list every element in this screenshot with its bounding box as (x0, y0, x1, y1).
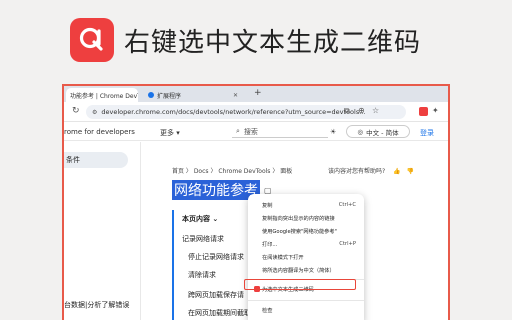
qr-extension-icon[interactable] (419, 107, 428, 116)
login-link[interactable]: 登录 (420, 128, 434, 138)
menu-item-label: 打印... (262, 241, 278, 248)
menu-item-print[interactable]: 打印... Ctrl+P (248, 239, 364, 249)
menu-item-label: 使用Google搜索"网络功能参考" (262, 228, 337, 235)
language-selector[interactable]: ◎ 中文 - 简体 (346, 125, 410, 138)
sidebar-item-selected[interactable]: 条件 (64, 152, 128, 168)
sidebar-divider (140, 142, 141, 320)
menu-separator (248, 300, 364, 301)
qr-logo-icon (70, 18, 114, 62)
left-sidebar: 条件 台数据|分析了解错误 (64, 142, 140, 320)
toc-title-label: 本页内容 (182, 215, 210, 223)
helpful-label: 该内容对您有帮助吗? (328, 168, 386, 175)
helpful-feedback: 该内容对您有帮助吗? 👍 👎 (328, 166, 414, 175)
close-tab-icon[interactable]: ✕ (233, 92, 238, 99)
menu-item-label: 复制 (262, 202, 273, 209)
thumbs-up-icon[interactable]: 👍 (393, 168, 400, 175)
page-title: 网络功能参考 (172, 180, 260, 200)
menu-item-copy[interactable]: 复制 Ctrl+C (248, 200, 364, 210)
language-label: 中文 - 简体 (366, 128, 399, 137)
site-brand[interactable]: rome for developers (64, 128, 135, 136)
tab-devtools-reference[interactable]: 功能参考 | Chrome DevTools ✕ (66, 88, 138, 102)
tab-label: 功能参考 | Chrome DevTools (70, 92, 138, 100)
tab-label: 扩展程序 (157, 92, 182, 100)
more-label: 更多 (160, 129, 174, 137)
extensions-puzzle-icon[interactable]: ✦ (432, 106, 439, 115)
toc-indicator (172, 210, 174, 320)
tab-extensions[interactable]: 扩展程序 ✕ (144, 88, 244, 102)
menu-item-shortcut: Ctrl+P (339, 241, 356, 247)
browser-toolbar: ↻ ⚙ developer.chrome.com/docs/devtools/n… (64, 102, 448, 122)
menu-item-translate[interactable]: 将所选内容翻译为中文（简体） (248, 265, 364, 275)
reload-icon[interactable]: ↻ (72, 106, 80, 116)
tab-bar: 功能参考 | Chrome DevTools ✕ 扩展程序 ✕ + (64, 86, 448, 102)
breadcrumb[interactable]: 首页 〉 Docs 〉 Chrome DevTools 〉 面板 (172, 166, 292, 175)
promo-title: 右键选中文本生成二维码 (124, 28, 422, 58)
toc-title[interactable]: 本页内容 ⌄ (182, 214, 218, 224)
context-menu: 复制 Ctrl+C 复制指向突出显示的内容的链接 使用Google搜索"网络功能… (248, 194, 364, 320)
menu-item-google-search[interactable]: 使用Google搜索"网络功能参考" (248, 226, 364, 236)
qr-logo-glyph (79, 27, 103, 51)
toc-item[interactable]: 跨网页加载保存请 (188, 290, 244, 300)
menu-item-copy-link[interactable]: 复制指向突出显示的内容的链接 (248, 213, 364, 223)
page-title-text: 网络功能参考 (174, 183, 258, 199)
puzzle-icon (148, 92, 154, 98)
sidebar-item-bottom[interactable]: 台数据|分析了解错误 (64, 300, 129, 310)
menu-item-reading-mode[interactable]: 在阅读模式下打开 (248, 252, 364, 262)
menu-item-label: 检查 (262, 307, 273, 314)
toc-item[interactable]: 记录网络请求 (182, 234, 224, 244)
thumbs-down-icon[interactable]: 👎 (407, 168, 414, 175)
menu-item-label: 将所选内容翻译为中文（简体） (262, 267, 335, 274)
menu-item-inspect[interactable]: 检查 (248, 305, 364, 315)
globe-icon: ◎ (357, 127, 364, 136)
search-placeholder: 搜索 (243, 127, 258, 136)
qr-menu-highlight (244, 279, 356, 290)
install-app-icon[interactable]: ⧉ (344, 106, 350, 116)
search-input[interactable]: ⌕ 搜索 (232, 126, 328, 138)
bookmark-star-icon[interactable]: ☆ (372, 106, 379, 115)
site-info-icon[interactable]: ⚙ (92, 109, 97, 116)
new-tab-button[interactable]: + (254, 88, 262, 98)
toc-item[interactable]: 停止记录网络请求 (188, 252, 244, 262)
site-header: rome for developers 更多 ▾ ⌕ 搜索 ☀ ◎ 中文 - 简… (64, 123, 448, 141)
zoom-icon[interactable]: ⊕ (358, 106, 365, 115)
url-text: developer.chrome.com/docs/devtools/netwo… (101, 108, 366, 116)
menu-item-label: 在阅读模式下打开 (262, 254, 304, 261)
menu-item-shortcut: Ctrl+C (338, 202, 356, 208)
more-menu[interactable]: 更多 ▾ (160, 128, 180, 138)
search-icon: ⌕ (236, 127, 240, 135)
theme-toggle-icon[interactable]: ☀ (330, 128, 336, 136)
menu-item-label: 复制指向突出显示的内容的链接 (262, 215, 335, 222)
toc-item[interactable]: 清除请求 (188, 270, 216, 280)
browser-window: 功能参考 | Chrome DevTools ✕ 扩展程序 ✕ + ↻ ⚙ de… (62, 84, 450, 320)
